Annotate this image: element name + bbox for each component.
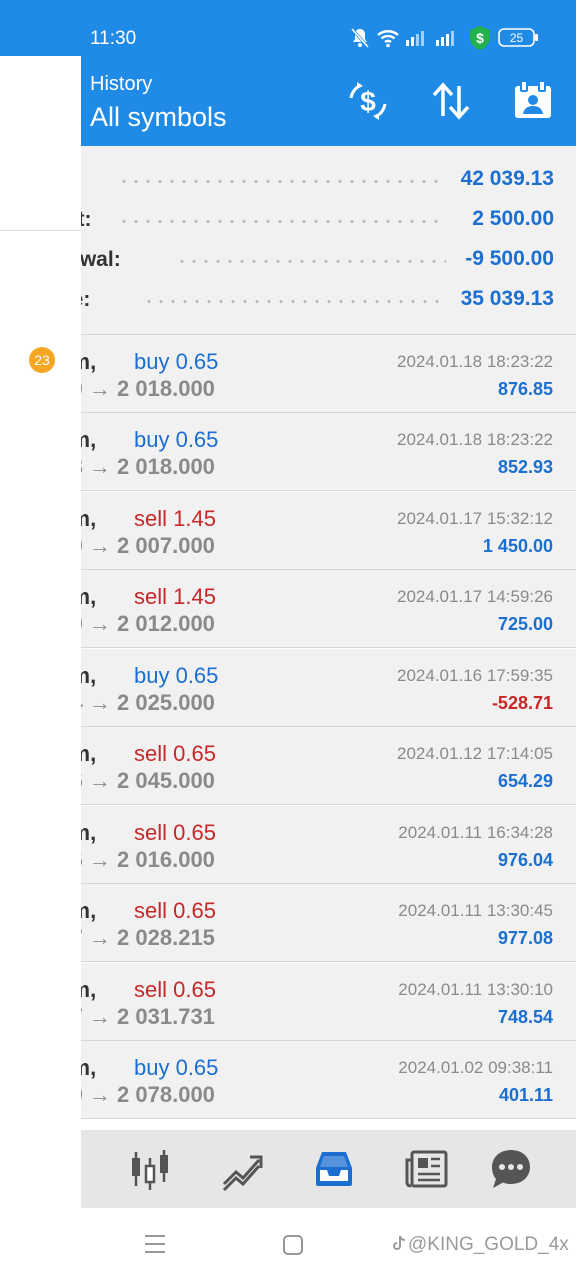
side-drawer[interactable]: 23 bbox=[0, 56, 81, 1208]
summary-row-withdrawal: rawal: -9 500.00 bbox=[0, 240, 576, 280]
deal-row[interactable]: SDm, sell 0.65 .247 → 2 031.731 2024.01.… bbox=[0, 963, 576, 1041]
sort-button[interactable] bbox=[428, 78, 474, 124]
deal-side: sell 0.65 bbox=[134, 977, 216, 1002]
dot-leader bbox=[118, 220, 446, 223]
hamburger-icon bbox=[145, 1235, 165, 1253]
system-navigation-bar: @KING_GOLD_4x bbox=[0, 1208, 576, 1280]
deal-profit: 654.29 bbox=[497, 771, 553, 791]
calendar-report-icon bbox=[515, 80, 551, 118]
deal-time: 2024.01.17 15:32:12 bbox=[397, 509, 553, 528]
deal-side: sell 1.45 bbox=[134, 506, 216, 531]
menu-button[interactable] bbox=[143, 1232, 167, 1261]
trend-arrow-icon bbox=[222, 1155, 263, 1192]
status-bar: 11:30 $ 25 bbox=[0, 0, 576, 56]
home-button[interactable] bbox=[282, 1234, 304, 1261]
tiktok-logo-icon bbox=[393, 1235, 406, 1250]
deal-row[interactable]: SDm, buy 0.65 .878 → 2 018.000 2024.01.1… bbox=[0, 413, 576, 491]
deal-profit: 401.11 bbox=[498, 1085, 553, 1105]
candlestick-icon bbox=[132, 1150, 168, 1190]
deal-profit: 976.04 bbox=[497, 850, 553, 870]
chat-bubble-icon bbox=[492, 1150, 530, 1188]
drawer-divider bbox=[0, 230, 81, 231]
status-time: 11:30 bbox=[90, 28, 137, 49]
deal-side: buy 0.65 bbox=[134, 349, 219, 374]
deal-profit: -528.71 bbox=[491, 693, 553, 713]
deal-time: 2024.01.18 18:23:22 bbox=[397, 352, 553, 371]
symbols-filter[interactable]: All symbols bbox=[90, 101, 227, 133]
inbox-tray-icon bbox=[316, 1152, 352, 1186]
summary-value: 35 039.13 bbox=[460, 287, 554, 310]
signal-icon bbox=[405, 26, 429, 50]
nav-quotes[interactable] bbox=[127, 1146, 173, 1192]
dot-leader bbox=[118, 180, 446, 183]
bottom-navigation bbox=[0, 1130, 576, 1208]
dot-leader bbox=[176, 260, 446, 263]
deal-row[interactable]: SDm, sell 0.65 .066 → 2 045.000 2024.01.… bbox=[0, 727, 576, 805]
deal-profit: 977.08 bbox=[497, 928, 553, 948]
deal-row[interactable]: SDm, sell 1.45 .000 → 2 007.000 2024.01.… bbox=[0, 492, 576, 570]
page-title: History bbox=[90, 73, 153, 95]
nav-history[interactable] bbox=[311, 1146, 357, 1192]
deal-side: sell 0.65 bbox=[134, 820, 216, 845]
sort-arrows-icon bbox=[432, 82, 470, 120]
deal-time: 2024.01.11 16:34:28 bbox=[398, 823, 553, 842]
wifi-icon bbox=[376, 26, 400, 50]
nav-news[interactable] bbox=[403, 1146, 449, 1192]
app-header: History All symbols $ bbox=[0, 56, 576, 146]
deal-row[interactable]: SDm, sell 1.45 .000 → 2 012.000 2024.01.… bbox=[0, 570, 576, 648]
report-button[interactable] bbox=[510, 78, 556, 124]
deal-row[interactable]: SDm, sell 0.65 .247 → 2 028.215 2024.01.… bbox=[0, 884, 576, 962]
dollar-shield-icon: $ bbox=[468, 25, 492, 50]
notification-badge: 23 bbox=[29, 347, 55, 373]
summary-row-deposit: sit: 2 500.00 bbox=[0, 200, 576, 240]
summary-value: 42 039.13 bbox=[460, 167, 554, 190]
deal-profit: 876.85 bbox=[497, 379, 553, 399]
deal-time: 2024.01.16 17:59:35 bbox=[397, 666, 553, 685]
battery-icon: 25 bbox=[498, 27, 540, 51]
deal-side: buy 0.65 bbox=[134, 427, 219, 452]
svg-text:$: $ bbox=[476, 30, 484, 46]
summary-row-balance: ce: 35 039.13 bbox=[0, 280, 576, 320]
deal-side: sell 1.45 bbox=[134, 584, 216, 609]
deal-time: 2024.01.02 09:38:11 bbox=[398, 1058, 553, 1077]
watermark-text: @KING_GOLD_4x bbox=[408, 1234, 569, 1255]
currency-exchange-icon: $ bbox=[349, 82, 387, 120]
deal-time: 2024.01.12 17:14:05 bbox=[397, 744, 553, 763]
deal-time: 2024.01.11 13:30:45 bbox=[398, 901, 553, 920]
deal-row[interactable]: SDm, buy 0.65 .510 → 2 018.000 2024.01.1… bbox=[0, 335, 576, 413]
deal-row[interactable]: SDm, buy 0.65 .134 → 2 025.000 2024.01.1… bbox=[0, 649, 576, 727]
deal-profit: 748.54 bbox=[497, 1007, 553, 1027]
battery-level: 25 bbox=[509, 31, 524, 45]
deal-side: buy 0.65 bbox=[134, 1055, 219, 1080]
mute-bell-icon bbox=[350, 26, 370, 50]
deal-profit: 725.00 bbox=[497, 614, 553, 634]
summary-value: 2 500.00 bbox=[472, 207, 554, 230]
deal-side: buy 0.65 bbox=[134, 663, 219, 688]
summary-value: -9 500.00 bbox=[465, 247, 554, 270]
deal-time: 2024.01.18 18:23:22 bbox=[397, 430, 553, 449]
deal-side: sell 0.65 bbox=[134, 898, 216, 923]
deal-time: 2024.01.17 14:59:26 bbox=[397, 587, 553, 606]
deal-profit: 1 450.00 bbox=[482, 536, 553, 556]
square-home-icon bbox=[283, 1235, 303, 1255]
currency-exchange-button[interactable]: $ bbox=[345, 78, 391, 124]
dot-leader bbox=[143, 300, 446, 303]
deal-time: 2024.01.11 13:30:10 bbox=[398, 980, 553, 999]
balance-summary: t: 42 039.13 sit: 2 500.00 rawal: -9 500… bbox=[0, 146, 576, 335]
svg-text:$: $ bbox=[360, 86, 376, 117]
summary-row-profit: t: 42 039.13 bbox=[0, 160, 576, 200]
deal-profit: 852.93 bbox=[497, 457, 553, 477]
nav-trade[interactable] bbox=[219, 1146, 265, 1192]
watermark: @KING_GOLD_4x bbox=[390, 1234, 569, 1256]
nav-chat[interactable] bbox=[488, 1146, 534, 1192]
deal-row[interactable]: SDm, sell 0.65 .016 → 2 016.000 2024.01.… bbox=[0, 806, 576, 884]
signal-icon bbox=[435, 26, 459, 50]
deal-row[interactable]: SDm, buy 0.65 .829 → 2 078.000 2024.01.0… bbox=[0, 1041, 576, 1119]
newspaper-icon bbox=[405, 1150, 448, 1188]
deal-side: sell 0.65 bbox=[134, 741, 216, 766]
